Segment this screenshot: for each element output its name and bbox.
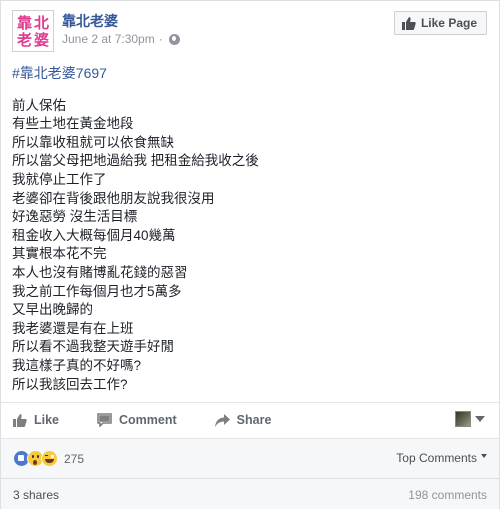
post-line: 所以靠收租就可以依食無缺 — [12, 134, 174, 150]
share-icon — [214, 413, 230, 427]
thumbs-up-icon — [401, 16, 416, 30]
post-line: 有些土地在黃金地段 — [12, 116, 134, 132]
post-meta: June 2 at 7:30pm · — [62, 32, 180, 46]
like-button[interactable]: Like — [13, 413, 59, 427]
post-header: 靠 北 老 婆 靠北老婆 June 2 at 7:30pm · Like Pag… — [1, 1, 499, 63]
comment-sort-label: Top Comments — [396, 451, 477, 465]
page-avatar[interactable]: 靠 北 老 婆 — [12, 10, 54, 52]
chevron-down-icon — [481, 454, 487, 458]
reactions-bar: 275 Top Comments — [1, 438, 499, 478]
shares-count[interactable]: 3 shares — [13, 488, 59, 502]
post-line: 好逸惡勞 沒生活目標 — [12, 209, 138, 225]
like-page-label: Like Page — [420, 16, 477, 30]
avatar-char: 婆 — [33, 30, 49, 49]
comments-count[interactable]: 198 comments — [408, 488, 487, 502]
post-hashtag[interactable]: #靠北老婆7697 — [12, 64, 482, 83]
avatar-char: 靠 — [16, 13, 32, 32]
comment-button[interactable]: Comment — [97, 413, 177, 427]
post-line: 我這樣子真的不好嗎? — [12, 357, 142, 373]
post-line: 我之前工作每個月也才5萬多 — [12, 283, 182, 299]
like-label: Like — [34, 413, 60, 427]
globe-icon — [168, 33, 180, 45]
action-bar: Like Comment Share — [1, 402, 499, 436]
post-line: 所以看不過我整天遊手好閒 — [12, 339, 174, 355]
meta-separator: · — [158, 32, 163, 46]
chevron-down-icon — [475, 416, 485, 422]
post-line: 前人保佑 — [12, 97, 66, 113]
post-line: 所以我該回去工作? — [12, 376, 128, 392]
reaction-summary[interactable]: 275 — [13, 450, 84, 467]
post-line: 租金收入大概每個月40幾萬 — [12, 227, 176, 243]
avatar-char: 北 — [33, 13, 49, 32]
comment-label: Comment — [119, 413, 177, 427]
post-line: 我就停止工作了 — [12, 171, 107, 187]
post-body: #靠北老婆7697 前人保佑 有些土地在黃金地段 所以靠收租就可以依食無缺 所以… — [12, 64, 482, 394]
share-label: Share — [236, 413, 272, 427]
post-line: 本人也沒有賭博亂花錢的惡習 — [12, 264, 188, 280]
post-line: 我老婆還是有在上班 — [12, 320, 134, 336]
avatar-char: 老 — [16, 30, 32, 49]
post-card: 靠 北 老 婆 靠北老婆 June 2 at 7:30pm · Like Pag… — [0, 0, 500, 509]
post-line: 又早出晚歸的 — [12, 302, 93, 318]
haha-reaction-icon — [41, 450, 58, 467]
viewer-avatar — [455, 411, 471, 427]
post-line: 其實根本花不完 — [12, 246, 107, 262]
post-as-selector[interactable] — [455, 411, 485, 427]
post-timestamp[interactable]: June 2 at 7:30pm — [62, 32, 155, 46]
post-line: 所以當父母把地過給我 把租金給我收之後 — [12, 153, 259, 169]
post-line: 老婆卻在背後跟他朋友說我很沒用 — [12, 190, 215, 206]
page-name-link[interactable]: 靠北老婆 — [62, 11, 118, 31]
thumbs-up-icon — [13, 413, 27, 427]
share-button[interactable]: Share — [214, 413, 272, 427]
comment-sort-dropdown[interactable]: Top Comments — [396, 451, 487, 465]
comment-icon — [97, 413, 112, 427]
like-page-button[interactable]: Like Page — [393, 11, 487, 35]
post-footer: 3 shares 198 comments — [1, 478, 499, 509]
reaction-count: 275 — [64, 451, 85, 466]
